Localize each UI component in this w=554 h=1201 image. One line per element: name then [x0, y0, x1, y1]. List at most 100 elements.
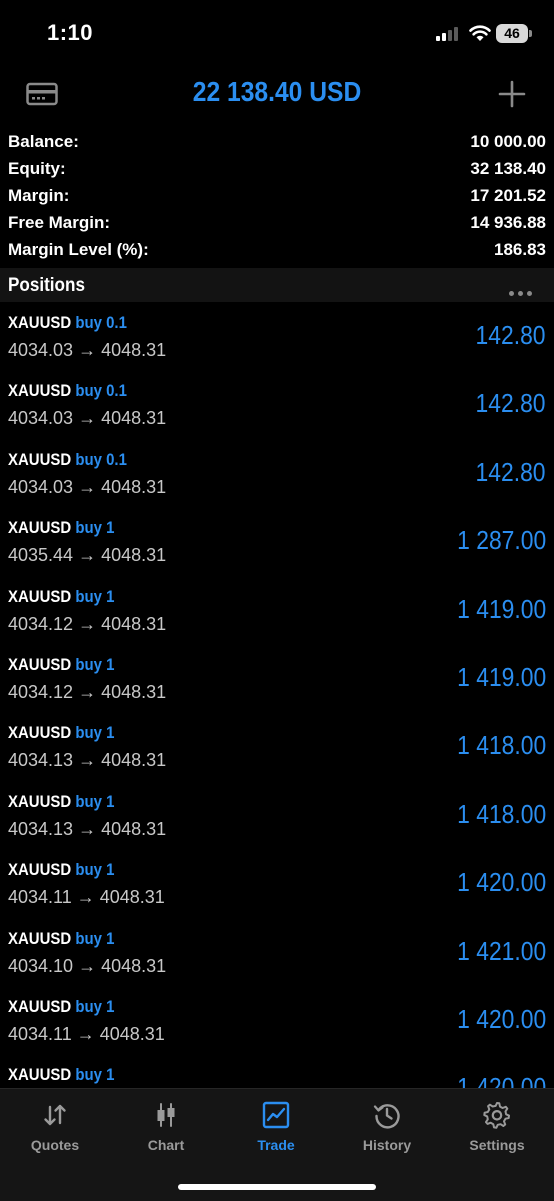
tab-history[interactable]: History [332, 1089, 442, 1169]
position-side: buy 1 [75, 723, 115, 743]
tab-label: Chart [147, 1137, 185, 1153]
position-side: buy 1 [75, 1065, 115, 1085]
position-prices: 4034.11 → 4048.31 [8, 887, 165, 908]
position-row[interactable]: XAUUSD buy 1 1 420.00 [0, 1054, 554, 1088]
position-profit: 1 420.00 [456, 867, 546, 898]
summary-row-free-margin: Free Margin: 14 936.88 [0, 209, 554, 236]
position-prices: 4034.13 → 4048.31 [8, 818, 167, 839]
position-row[interactable]: XAUUSD buy 0.1 4034.03 → 4048.31 142.80 [0, 439, 554, 507]
candlestick-icon [157, 1103, 175, 1127]
position-row[interactable]: XAUUSD buy 0.1 4034.03 → 4048.31 142.80 [0, 302, 554, 370]
tab-label: Settings [469, 1137, 525, 1153]
position-side: buy 0.1 [75, 313, 127, 332]
position-row[interactable]: XAUUSD buy 1 4034.12 → 4048.31 1 419.00 [0, 576, 554, 644]
position-symbol: XAUUSD [8, 996, 72, 1016]
position-side: buy 1 [75, 996, 115, 1016]
position-symbol: XAUUSD [8, 791, 72, 811]
position-prices: 4035.44 → 4048.31 [8, 545, 167, 566]
position-row[interactable]: XAUUSD buy 1 4034.11 → 4048.31 1 420.00 [0, 986, 554, 1054]
summary-label: Free Margin: [8, 213, 111, 232]
position-side: buy 1 [75, 860, 115, 880]
position-symbol: XAUUSD [8, 654, 72, 674]
position-profit: 1 420.00 [456, 1072, 546, 1088]
summary-value: 186.83 [494, 240, 546, 259]
position-prices: 4034.03 → 4048.31 [8, 476, 167, 497]
position-symbol: XAUUSD [8, 586, 72, 606]
positions-header: Positions [0, 268, 554, 302]
gear-icon [483, 1102, 510, 1129]
summary-label: Equity: [8, 159, 66, 178]
status-time: 1:10 [47, 20, 94, 45]
summary-row-margin: Margin: 17 201.52 [0, 182, 554, 209]
position-row[interactable]: XAUUSD buy 0.1 4034.03 → 4048.31 142.80 [0, 370, 554, 438]
position-profit: 1 287.00 [456, 525, 546, 556]
position-row[interactable]: XAUUSD buy 1 4034.13 → 4048.31 1 418.00 [0, 712, 554, 780]
position-profit: 142.80 [476, 456, 546, 487]
account-summary: Balance: 10 000.00 Equity: 32 138.40 Mar… [0, 128, 554, 263]
quotes-arrows-icon [44, 1104, 66, 1126]
summary-value: 10 000.00 [470, 132, 546, 151]
status-bar: 1:10 46 [0, 0, 554, 66]
summary-value: 32 138.40 [470, 159, 546, 178]
position-side: buy 1 [75, 518, 115, 538]
position-side: buy 0.1 [75, 449, 127, 469]
summary-label: Balance: [8, 132, 79, 151]
position-profit: 1 420.00 [456, 1003, 546, 1034]
positions-title: Positions [8, 275, 85, 296]
position-row[interactable]: XAUUSD buy 1 4034.13 → 4048.31 1 418.00 [0, 781, 554, 849]
summary-value: 17 201.52 [470, 186, 546, 205]
home-indicator[interactable] [178, 1184, 376, 1190]
position-profit: 1 419.00 [456, 593, 546, 624]
position-symbol: XAUUSD [8, 928, 72, 948]
tab-chart[interactable]: Chart [111, 1089, 221, 1169]
position-profit: 1 421.00 [456, 935, 546, 966]
tab-trade[interactable]: Trade [221, 1089, 331, 1169]
position-symbol: XAUUSD [8, 381, 72, 401]
tab-label: Quotes [30, 1137, 80, 1153]
equity-title: 22 138.40 USD [192, 76, 362, 107]
tab-label: Trade [257, 1137, 295, 1153]
position-symbol: XAUUSD [8, 723, 72, 743]
position-side: buy 1 [75, 928, 115, 948]
summary-row-margin-level: Margin Level (%): 186.83 [0, 236, 554, 263]
plus-icon[interactable] [498, 80, 526, 108]
trade-chart-icon [262, 1101, 290, 1129]
summary-label: Margin: [8, 186, 70, 205]
battery-tip [529, 30, 532, 37]
position-row[interactable]: XAUUSD buy 1 4034.12 → 4048.31 1 419.00 [0, 644, 554, 712]
position-side: buy 0.1 [75, 381, 127, 401]
position-side: buy 1 [75, 586, 115, 606]
position-prices: 4034.03 → 4048.31 [8, 408, 167, 429]
position-prices: 4034.12 → 4048.31 [8, 681, 167, 702]
position-profit: 1 419.00 [456, 661, 546, 692]
position-profit: 142.80 [476, 320, 546, 350]
summary-value: 14 936.88 [470, 213, 546, 232]
position-row[interactable]: XAUUSD buy 1 4034.10 → 4048.31 1 421.00 [0, 918, 554, 986]
position-symbol: XAUUSD [8, 313, 72, 332]
wifi-icon [469, 25, 491, 41]
position-symbol: XAUUSD [8, 860, 72, 880]
position-side: buy 1 [75, 791, 115, 811]
position-row[interactable]: XAUUSD buy 1 4035.44 → 4048.31 1 287.00 [0, 507, 554, 575]
position-symbol: XAUUSD [8, 1065, 72, 1085]
summary-label: Margin Level (%): [8, 240, 149, 259]
history-clock-icon [373, 1104, 400, 1129]
summary-row-balance: Balance: 10 000.00 [0, 128, 554, 155]
position-symbol: XAUUSD [8, 518, 72, 538]
position-row[interactable]: XAUUSD buy 1 4034.11 → 4048.31 1 420.00 [0, 849, 554, 917]
position-prices: 4034.13 → 4048.31 [8, 750, 167, 771]
more-dots-icon[interactable] [509, 283, 536, 301]
tab-quotes[interactable]: Quotes [0, 1089, 110, 1169]
position-profit: 1 418.00 [456, 798, 546, 829]
position-profit: 142.80 [476, 388, 546, 419]
tab-settings[interactable]: Settings [442, 1089, 552, 1169]
position-prices: 4034.12 → 4048.31 [8, 613, 167, 634]
tab-label: History [362, 1137, 412, 1153]
account-header: 22 138.40 USD [0, 66, 554, 124]
position-prices: 4034.11 → 4048.31 [8, 1023, 165, 1044]
position-prices: 4034.03 → 4048.31 [8, 340, 167, 360]
positions-list[interactable]: XAUUSD buy 0.1 4034.03 → 4048.31 142.80 … [0, 302, 554, 1088]
position-profit: 1 418.00 [456, 730, 546, 761]
cellular-signal-icon [436, 27, 462, 41]
summary-row-equity: Equity: 32 138.40 [0, 155, 554, 182]
